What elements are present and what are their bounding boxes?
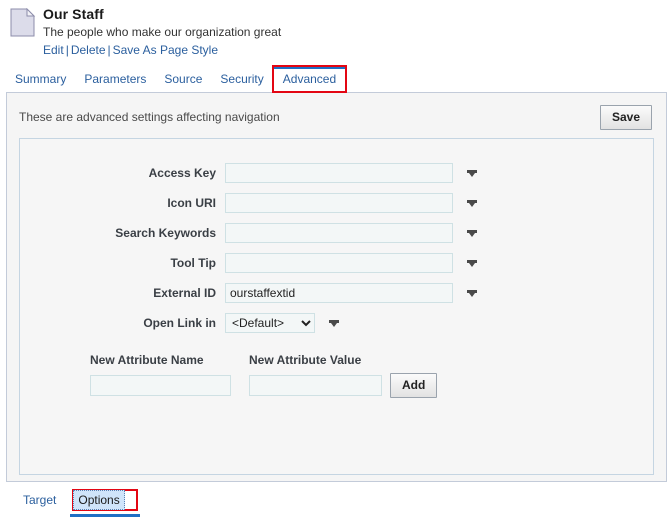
form-row-tool-tip: Tool Tip: [20, 252, 653, 273]
tab-summary[interactable]: Summary: [6, 67, 75, 92]
delete-link[interactable]: Delete: [71, 43, 106, 57]
advanced-settings-panel: These are advanced settings affecting na…: [6, 91, 667, 482]
bottom-tab-options[interactable]: Options: [73, 489, 125, 510]
page-title: Our Staff: [43, 6, 104, 22]
bottom-tab-options-highlight: Options: [70, 488, 140, 517]
page-subtitle: The people who make our organization gre…: [43, 24, 282, 39]
icon-uri-input[interactable]: [225, 192, 453, 213]
advanced-form-panel: Access Key Icon URI Search Keywords Tool…: [19, 137, 654, 475]
label-access-key: Access Key: [148, 165, 216, 180]
tab-source[interactable]: Source: [155, 67, 211, 92]
edit-link[interactable]: Edit: [43, 43, 64, 57]
panel-description: These are advanced settings affecting na…: [19, 110, 280, 124]
add-attribute-button[interactable]: Add: [390, 372, 438, 398]
new-attribute-name-input[interactable]: [90, 374, 231, 396]
open-link-in-select[interactable]: <Default>: [225, 312, 315, 333]
access-key-dropdown-arrow-icon[interactable]: [465, 165, 481, 181]
new-attribute-value-input[interactable]: [249, 374, 382, 396]
tab-advanced[interactable]: Advanced: [271, 64, 348, 93]
new-attribute-area: New Attribute Name New Attribute Value A…: [20, 353, 653, 398]
action-separator-2: |: [107, 42, 111, 57]
save-button[interactable]: Save: [599, 104, 652, 130]
open-link-in-dropdown-arrow-icon[interactable]: [327, 315, 343, 331]
page-document-icon: [10, 7, 36, 38]
label-new-attribute-value: New Attribute Value: [249, 352, 362, 367]
tab-parameters[interactable]: Parameters: [75, 67, 155, 92]
new-attribute-name-group: New Attribute Name: [90, 353, 231, 396]
access-key-input[interactable]: [225, 162, 453, 183]
tabstrip: Summary Parameters Source Security Advan…: [0, 64, 671, 93]
bottom-tab-target[interactable]: Target: [18, 490, 61, 510]
add-button-holder: Add: [390, 353, 438, 398]
icon-uri-dropdown-arrow-icon[interactable]: [465, 195, 481, 211]
tab-security[interactable]: Security: [211, 67, 272, 92]
bottom-tabstrip: Target Options: [0, 488, 671, 517]
tool-tip-input[interactable]: [225, 252, 453, 273]
panel-header: These are advanced settings affecting na…: [7, 93, 666, 138]
action-separator-1: |: [65, 42, 69, 57]
form-row-icon-uri: Icon URI: [20, 192, 653, 213]
page-actions: Edit | Delete | Save As Page Style: [43, 43, 281, 58]
page-header: Our Staff The people who make our organi…: [0, 0, 671, 58]
save-as-page-style-link[interactable]: Save As Page Style: [113, 43, 218, 57]
header-text-block: Our Staff The people who make our organi…: [43, 6, 281, 58]
new-attribute-value-group: New Attribute Value: [249, 353, 382, 396]
form-row-open-link-in: Open Link in <Default>: [20, 312, 653, 333]
form-rows: Access Key Icon URI Search Keywords Tool…: [20, 139, 653, 333]
external-id-dropdown-arrow-icon[interactable]: [465, 285, 481, 301]
label-new-attribute-name: New Attribute Name: [90, 352, 204, 367]
bottom-tab-options-underline: [70, 513, 140, 517]
external-id-input[interactable]: [225, 282, 453, 303]
search-keywords-input[interactable]: [225, 222, 453, 243]
label-external-id: External ID: [153, 285, 216, 300]
label-tool-tip: Tool Tip: [170, 255, 216, 270]
form-row-external-id: External ID: [20, 282, 653, 303]
form-row-search-keywords: Search Keywords: [20, 222, 653, 243]
search-keywords-dropdown-arrow-icon[interactable]: [465, 225, 481, 241]
label-open-link-in: Open Link in: [143, 315, 216, 330]
tool-tip-dropdown-arrow-icon[interactable]: [465, 255, 481, 271]
label-icon-uri: Icon URI: [167, 195, 216, 210]
label-search-keywords: Search Keywords: [115, 225, 216, 240]
form-row-access-key: Access Key: [20, 162, 653, 183]
